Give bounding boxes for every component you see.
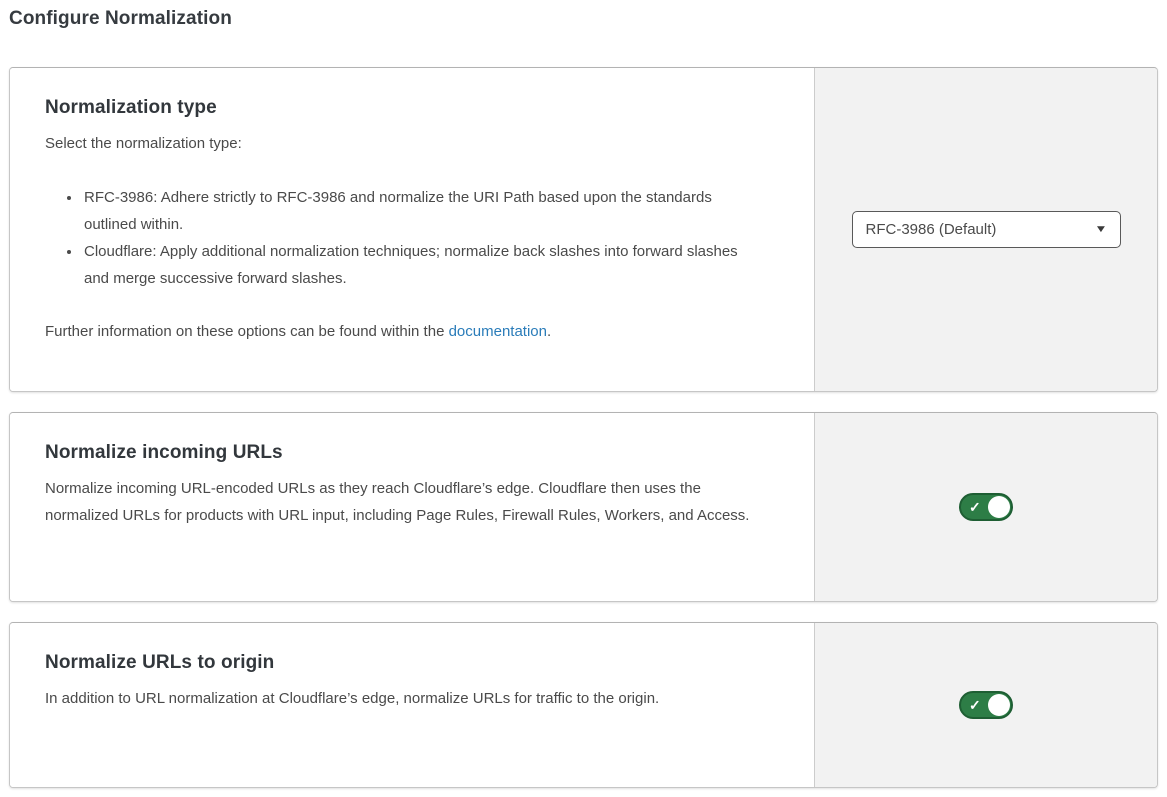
- card-normalization-type-content: Normalization type Select the normalizat…: [10, 68, 814, 391]
- normalize-incoming-urls-toggle[interactable]: ✓: [959, 493, 1013, 521]
- card-normalize-urls-to-origin-side-panel: ✓: [814, 623, 1157, 787]
- card-body-text: Normalize incoming URL-encoded URLs as t…: [45, 475, 777, 529]
- page-title: Configure Normalization: [9, 8, 1158, 30]
- card-body-text: In addition to URL normalization at Clou…: [45, 685, 777, 712]
- normalization-type-select[interactable]: RFC-3986 (Default) ▼: [852, 211, 1121, 248]
- card-heading: Normalize incoming URLs: [45, 442, 779, 464]
- documentation-link[interactable]: documentation: [449, 323, 547, 340]
- configure-normalization-page: Configure Normalization Normalization ty…: [0, 0, 1167, 797]
- list-item-rfc3986: RFC-3986: Adhere strictly to RFC-3986 an…: [82, 184, 745, 238]
- normalization-type-select-value: RFC-3986 (Default): [866, 221, 997, 238]
- list-item-cloudflare: Cloudflare: Apply additional normalizati…: [82, 238, 745, 292]
- footer-text-suffix: .: [547, 323, 551, 340]
- normalize-urls-to-origin-toggle[interactable]: ✓: [959, 691, 1013, 719]
- settings-cards: Normalization type Select the normalizat…: [9, 67, 1158, 788]
- card-intro-text: Select the normalization type:: [45, 130, 777, 157]
- card-heading: Normalization type: [45, 97, 779, 119]
- card-normalization-type: Normalization type Select the normalizat…: [9, 67, 1158, 392]
- card-normalize-urls-to-origin: Normalize URLs to origin In addition to …: [9, 622, 1158, 788]
- card-normalize-urls-to-origin-content: Normalize URLs to origin In addition to …: [10, 623, 814, 787]
- footer-text-prefix: Further information on these options can…: [45, 323, 449, 340]
- card-heading: Normalize URLs to origin: [45, 652, 779, 674]
- checkmark-icon: ✓: [969, 500, 981, 514]
- card-normalization-type-side-panel: RFC-3986 (Default) ▼: [814, 68, 1157, 391]
- card-normalize-incoming-urls-side-panel: ✓: [814, 413, 1157, 601]
- card-footer-text: Further information on these options can…: [45, 318, 779, 345]
- card-normalize-incoming-urls-content: Normalize incoming URLs Normalize incomi…: [10, 413, 814, 601]
- caret-down-icon: ▼: [1094, 225, 1107, 235]
- normalization-options-list: RFC-3986: Adhere strictly to RFC-3986 an…: [45, 184, 745, 292]
- card-normalize-incoming-urls: Normalize incoming URLs Normalize incomi…: [9, 412, 1158, 602]
- toggle-knob: [988, 694, 1010, 716]
- checkmark-icon: ✓: [969, 698, 981, 712]
- toggle-knob: [988, 496, 1010, 518]
